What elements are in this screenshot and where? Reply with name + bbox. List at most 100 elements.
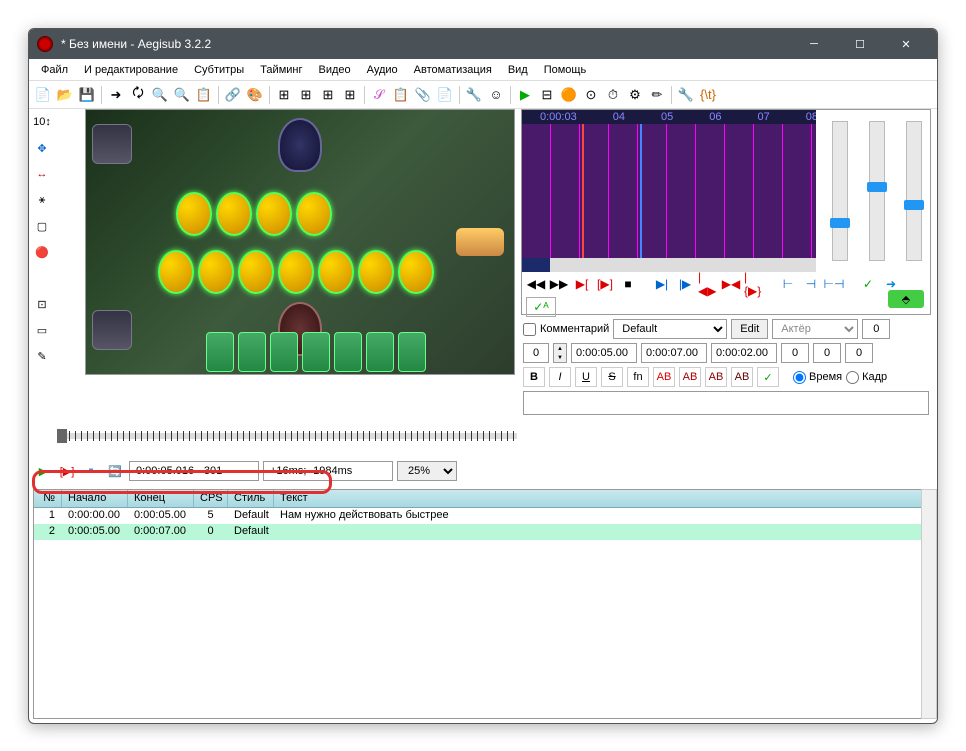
zoomin-icon[interactable]: 🔍 — [150, 85, 170, 105]
underline-button[interactable]: U — [575, 367, 597, 387]
start-time-input[interactable] — [571, 343, 637, 363]
override-icon[interactable]: {\t} — [698, 85, 718, 105]
stop-audio-icon[interactable]: ■ — [618, 274, 638, 294]
goto-icon[interactable]: ➜ — [881, 274, 901, 294]
link-icon[interactable]: 🔗 — [223, 85, 243, 105]
audio-waveform[interactable]: 0:00:030405060708 — [522, 110, 816, 272]
video-pause-icon[interactable]: ⏸ — [81, 461, 101, 481]
bold-button[interactable]: B — [523, 367, 545, 387]
menu-timing[interactable]: Тайминг — [252, 61, 310, 79]
tool1-icon[interactable]: 🔧 — [464, 85, 484, 105]
scroll-thumb[interactable] — [522, 258, 550, 272]
col-text[interactable]: Текст — [274, 490, 932, 507]
circle-icon[interactable]: ⊙ — [581, 85, 601, 105]
move-tool-icon[interactable]: ✥ — [31, 137, 53, 159]
layer-spinner[interactable]: ▲▼ — [553, 343, 567, 363]
grid3-icon[interactable]: ⊞ — [318, 85, 338, 105]
play-after-icon[interactable]: |▶ — [675, 274, 695, 294]
minimize-button[interactable]: ─ — [791, 29, 837, 59]
grid-row[interactable]: 1 0:00:00.00 0:00:05.00 5 Default Нам ну… — [34, 508, 932, 524]
menu-help[interactable]: Помощь — [536, 61, 595, 79]
color1-button[interactable]: AB — [653, 367, 675, 387]
maximize-button[interactable]: ☐ — [837, 29, 883, 59]
video-position-input[interactable] — [129, 461, 259, 481]
props-icon[interactable]: 📋 — [391, 85, 411, 105]
vzoom-slider[interactable] — [869, 121, 885, 261]
subtitle-text-input[interactable] — [523, 391, 929, 415]
lead-both-icon[interactable]: ⊢⊣ — [824, 274, 844, 294]
margin-l-input[interactable] — [781, 343, 809, 363]
video-play-icon[interactable]: ▶ — [33, 461, 53, 481]
grid4-icon[interactable]: ⊞ — [340, 85, 360, 105]
open-icon[interactable]: 📂 — [55, 85, 75, 105]
grid-row-selected[interactable]: 2 0:00:05.00 0:00:07.00 0 Default — [34, 524, 932, 540]
menu-audio[interactable]: Аудио — [359, 61, 406, 79]
strike-button[interactable]: S — [601, 367, 623, 387]
save-icon[interactable]: 💾 — [77, 85, 97, 105]
play-last-icon[interactable]: ▶◀ — [721, 274, 741, 294]
audio-scrollbar[interactable] — [522, 258, 816, 272]
leadin-icon[interactable]: ⊢ — [778, 274, 798, 294]
color2-button[interactable]: AB — [679, 367, 701, 387]
video-seek-bar[interactable] — [57, 429, 517, 449]
italic-button[interactable]: I — [549, 367, 571, 387]
rect-tool-icon[interactable]: ▢ — [31, 215, 53, 237]
col-end[interactable]: Конец — [128, 490, 194, 507]
box-tool-icon[interactable]: ▭ — [31, 319, 53, 341]
rotate-tool-icon[interactable]: ⚹ — [31, 189, 53, 211]
clip-tool-icon[interactable]: ⊡ — [31, 293, 53, 315]
spellcheck-icon[interactable]: 𝒮 — [369, 85, 389, 105]
close-button[interactable]: ✕ — [883, 29, 929, 59]
margin-v-input[interactable] — [845, 343, 873, 363]
fonts-icon[interactable]: 📄 — [435, 85, 455, 105]
hzoom-slider[interactable] — [832, 121, 848, 261]
zoomout-icon[interactable]: 🔍 — [172, 85, 192, 105]
duration-input[interactable] — [711, 343, 777, 363]
reload-icon[interactable]: 🗘 — [128, 85, 148, 105]
next-line-icon[interactable]: ▶▶ — [549, 274, 569, 294]
gear-icon[interactable]: ⚙ — [625, 85, 645, 105]
volume-slider[interactable] — [906, 121, 922, 261]
commit-text-button[interactable]: ✓ — [757, 367, 779, 387]
edit-style-button[interactable]: Edit — [731, 319, 768, 339]
font-button[interactable]: fn — [627, 367, 649, 387]
clip-icon[interactable]: 📋 — [194, 85, 214, 105]
styles-icon[interactable]: 🎨 — [245, 85, 265, 105]
color4-button[interactable]: AB — [731, 367, 753, 387]
leadout-icon[interactable]: ⊣ — [801, 274, 821, 294]
grid-scrollbar[interactable] — [921, 489, 937, 719]
seek-thumb[interactable] — [57, 429, 67, 443]
menu-view[interactable]: Вид — [500, 61, 536, 79]
menu-file[interactable]: Файл — [33, 61, 76, 79]
menu-edit[interactable]: И редактирование — [76, 61, 186, 79]
zoom-select[interactable]: 25% — [397, 461, 457, 481]
new-icon[interactable]: 📄 — [33, 85, 53, 105]
spectrum-area[interactable] — [522, 124, 816, 258]
video-play-line-icon[interactable]: [▶] — [57, 461, 77, 481]
layer-input[interactable] — [523, 343, 549, 363]
prev-line-icon[interactable]: ◀◀ — [526, 274, 546, 294]
edit-icon[interactable]: ✏ — [647, 85, 667, 105]
cross-tool-icon[interactable]: ↔ — [31, 163, 53, 185]
selection-marker[interactable] — [582, 124, 642, 258]
play-line-icon[interactable]: [▶] — [595, 274, 615, 294]
autoscroll-icon[interactable]: 🔄 — [105, 461, 125, 481]
attach-icon[interactable]: 📎 — [413, 85, 433, 105]
play-sel-icon[interactable]: ▶[ — [572, 274, 592, 294]
play-first-icon[interactable]: |◀▶ — [698, 274, 718, 294]
play-before-icon[interactable]: ▶| — [652, 274, 672, 294]
effect-input[interactable] — [862, 319, 890, 339]
clock-icon[interactable]: ⏱ — [603, 85, 623, 105]
comment-checkbox[interactable] — [523, 323, 536, 336]
style-select[interactable]: Default — [613, 319, 727, 339]
record-icon[interactable]: 🔴 — [31, 241, 53, 263]
jump-icon[interactable]: ➜ — [106, 85, 126, 105]
menu-subtitles[interactable]: Субтитры — [186, 61, 252, 79]
wrench-icon[interactable]: 🔧 — [676, 85, 696, 105]
menu-automation[interactable]: Автоматизация — [406, 61, 500, 79]
frame-radio[interactable]: Кадр — [846, 371, 887, 384]
video-preview[interactable] — [85, 109, 515, 375]
video-delta-input[interactable] — [263, 461, 393, 481]
size-tool-icon[interactable]: 10↕ — [31, 111, 53, 133]
grid2-icon[interactable]: ⊞ — [296, 85, 316, 105]
